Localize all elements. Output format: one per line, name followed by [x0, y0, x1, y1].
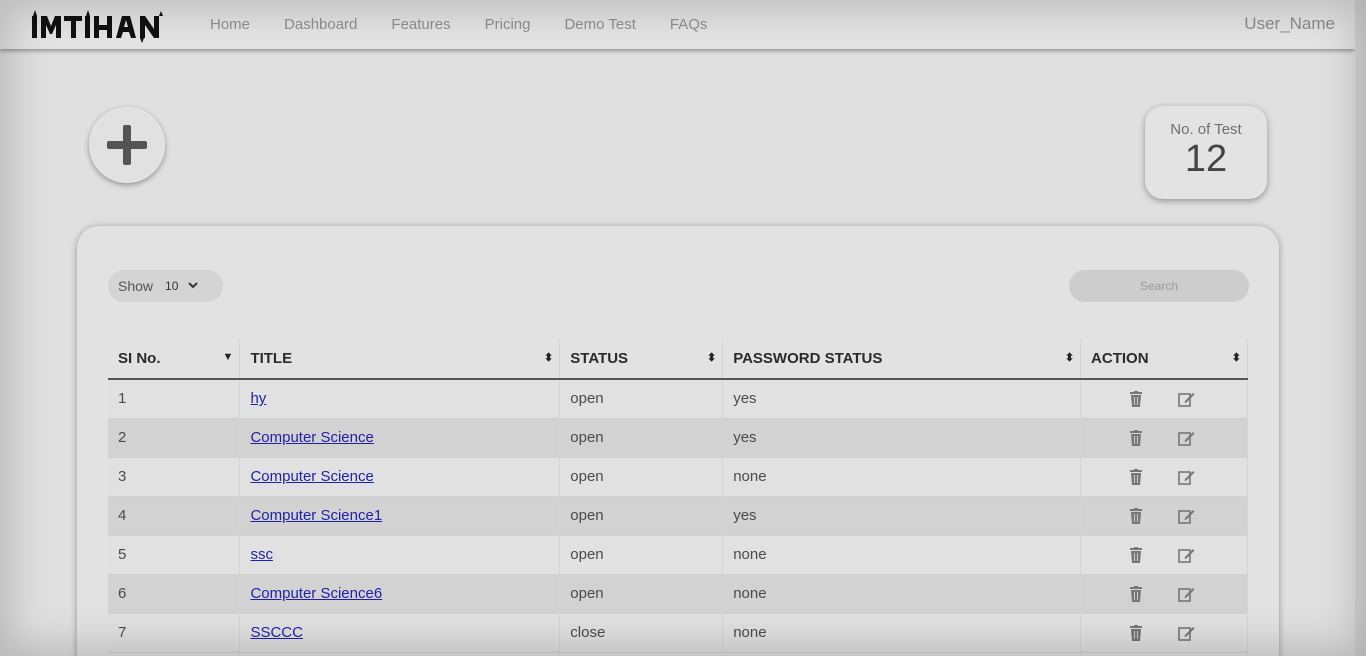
- header-password-status[interactable]: PASSWORD STATUS ⬍: [722, 339, 1082, 380]
- sort-desc-icon: ▼: [222, 351, 234, 363]
- edit-icon[interactable]: [1178, 391, 1195, 411]
- cell-action: [1080, 457, 1248, 497]
- cell-sl-no: 3: [108, 457, 241, 497]
- user-name-menu[interactable]: User_Name: [1244, 14, 1335, 34]
- table-row: 1 hy open yes: [108, 379, 1248, 419]
- cell-sl-no: 7: [108, 613, 241, 653]
- trash-icon[interactable]: [1129, 468, 1143, 489]
- cell-status: open: [559, 574, 724, 614]
- table-row: 4 Computer Science1 open yes: [108, 496, 1248, 536]
- edit-icon[interactable]: [1178, 625, 1195, 645]
- plus-icon: [107, 125, 147, 165]
- edit-icon[interactable]: [1178, 547, 1195, 567]
- cell-title: Computer Science6: [239, 574, 561, 614]
- nav-links: Home Dashboard Features Pricing Demo Tes…: [210, 0, 741, 49]
- nav-faqs[interactable]: FAQs: [670, 16, 708, 33]
- table-row: 3 Computer Science open none: [108, 457, 1248, 497]
- trash-icon[interactable]: [1129, 507, 1143, 528]
- cell-password-status: none: [722, 574, 1082, 614]
- show-label: Show: [118, 278, 154, 294]
- nav-features[interactable]: Features: [391, 16, 450, 33]
- page-scrollbar[interactable]: [1355, 0, 1366, 656]
- cell-action: [1080, 535, 1248, 575]
- header-sl-no[interactable]: SI No. ▼: [108, 339, 241, 380]
- cell-title: Computer Science: [239, 457, 561, 497]
- cell-title: hy: [239, 379, 561, 419]
- table-row: 6 Computer Science6 open none: [108, 574, 1248, 614]
- cell-sl-no: 4: [108, 496, 241, 536]
- test-title-link[interactable]: hy: [250, 390, 266, 407]
- chevron-down-icon: [188, 281, 199, 292]
- tests-table: SI No. ▼ TITLE ⬍ STATUS ⬍ PASSWORD STATUS ⬍ …: [108, 339, 1248, 653]
- test-title-link[interactable]: Computer Science6: [250, 585, 382, 602]
- table-row: 7 SSCCC close none: [108, 613, 1248, 653]
- test-title-link[interactable]: Computer Science1: [250, 507, 382, 524]
- edit-icon[interactable]: [1178, 586, 1195, 606]
- cell-sl-no: 5: [108, 535, 241, 575]
- cell-title: Computer Science1: [239, 496, 561, 536]
- edit-icon[interactable]: [1178, 469, 1195, 489]
- header-action[interactable]: ACTION ⬍: [1080, 339, 1248, 380]
- entries-select[interactable]: 10: [159, 275, 204, 297]
- cell-action: [1080, 574, 1248, 614]
- cell-title: SSCCC: [239, 613, 561, 653]
- show-entries-control: Show 10: [108, 270, 223, 302]
- nav-home[interactable]: Home: [210, 16, 250, 33]
- header-title[interactable]: TITLE ⬍: [239, 339, 561, 380]
- trash-icon[interactable]: [1129, 624, 1143, 645]
- nav-dashboard[interactable]: Dashboard: [284, 16, 357, 33]
- cell-action: [1080, 496, 1248, 536]
- nav-demo-test[interactable]: Demo Test: [564, 16, 635, 33]
- top-navbar: Home Dashboard Features Pricing Demo Tes…: [0, 0, 1355, 49]
- cell-sl-no: 1: [108, 379, 241, 419]
- sort-icon: ⬍: [1064, 352, 1075, 364]
- add-test-button[interactable]: [89, 107, 165, 183]
- table-row: 2 Computer Science open yes: [108, 418, 1248, 458]
- test-count-label: No. of Test: [1170, 121, 1242, 138]
- trash-icon[interactable]: [1129, 546, 1143, 567]
- table-row: 5 ssc open none: [108, 535, 1248, 575]
- entries-select-value: 10: [165, 279, 179, 293]
- cell-password-status: none: [722, 535, 1082, 575]
- test-title-link[interactable]: SSCCC: [250, 624, 303, 641]
- cell-status: close: [559, 613, 724, 653]
- cell-status: open: [559, 418, 724, 458]
- trash-icon[interactable]: [1129, 391, 1143, 411]
- cell-status: open: [559, 457, 724, 497]
- test-title-link[interactable]: Computer Science: [250, 468, 373, 485]
- nav-pricing[interactable]: Pricing: [485, 16, 531, 33]
- cell-action: [1080, 613, 1248, 653]
- cell-title: ssc: [239, 535, 561, 575]
- trash-icon[interactable]: [1129, 585, 1143, 606]
- cell-status: open: [559, 496, 724, 536]
- cell-password-status: none: [722, 457, 1082, 497]
- cell-sl-no: 2: [108, 418, 241, 458]
- test-count-card: No. of Test 12: [1145, 106, 1267, 199]
- cell-status: open: [559, 535, 724, 575]
- table-header-row: SI No. ▼ TITLE ⬍ STATUS ⬍ PASSWORD STATUS ⬍ …: [108, 339, 1248, 380]
- cell-status: open: [559, 379, 724, 419]
- edit-icon[interactable]: [1178, 508, 1195, 528]
- cell-password-status: yes: [722, 496, 1082, 536]
- cell-title: Computer Science: [239, 418, 561, 458]
- test-count-value: 12: [1184, 138, 1228, 180]
- search-input[interactable]: [1069, 270, 1249, 302]
- tests-panel: Show 10 SI No.▼ TITLE⬍ STATUS⬍ PASSWORD …: [77, 226, 1279, 656]
- sort-icon: ⬍: [1231, 352, 1241, 364]
- trash-icon[interactable]: [1129, 429, 1143, 450]
- cell-password-status: none: [722, 613, 1082, 653]
- imtihan-logo[interactable]: [30, 8, 182, 44]
- cell-action: [1080, 418, 1248, 458]
- cell-password-status: yes: [722, 418, 1082, 458]
- cell-password-status: yes: [722, 379, 1082, 419]
- cell-action: [1080, 379, 1248, 419]
- sort-icon: ⬍: [706, 352, 717, 364]
- sort-icon: ⬍: [544, 352, 554, 364]
- edit-icon[interactable]: [1178, 430, 1195, 450]
- cell-sl-no: 6: [108, 574, 241, 614]
- test-title-link[interactable]: ssc: [250, 546, 273, 563]
- header-status[interactable]: STATUS ⬍: [559, 339, 724, 380]
- test-title-link[interactable]: Computer Science: [250, 429, 373, 446]
